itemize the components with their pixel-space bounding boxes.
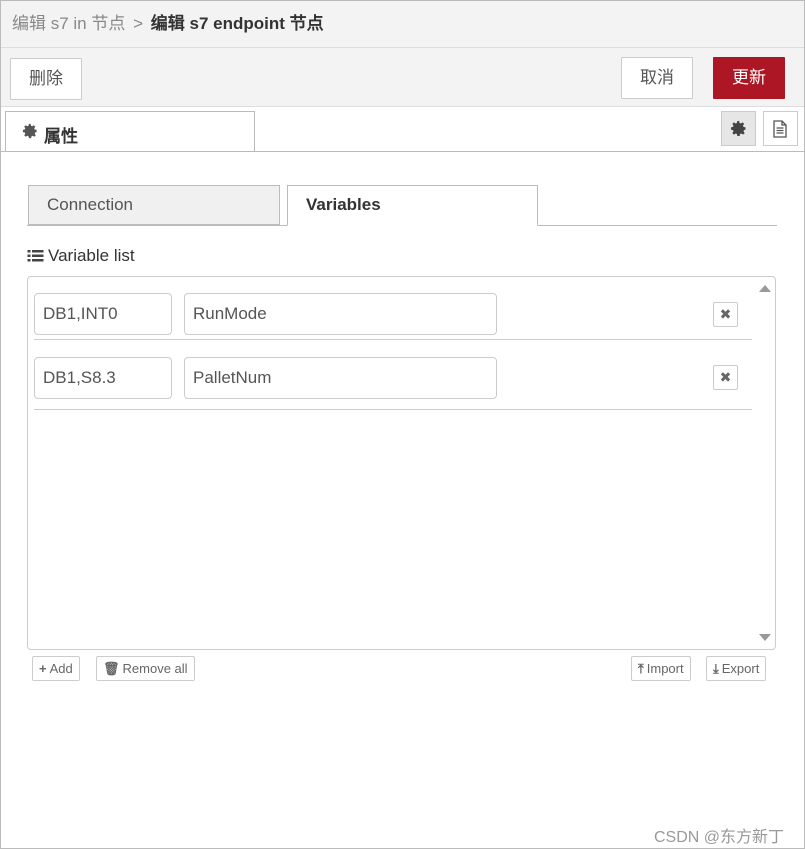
delete-button[interactable]: 删除 — [10, 58, 82, 100]
export-button[interactable]: ⤓ Export — [706, 656, 767, 681]
add-button[interactable]: + Add — [32, 656, 80, 681]
variable-address-input[interactable]: DB1,INT0 — [34, 293, 172, 335]
variable-name-input[interactable]: PalletNum — [184, 357, 497, 399]
variable-list-title: Variable list — [27, 246, 135, 266]
tab-row: 属性 — [1, 107, 804, 152]
list-item: DB1,INT0 RunMode ✖ — [34, 277, 752, 340]
header: 编辑 s7 in 节点 > 编辑 s7 endpoint 节点 — [1, 1, 804, 48]
breadcrumb: 编辑 s7 in 节点 > 编辑 s7 endpoint 节点 — [12, 14, 324, 34]
remove-all-button[interactable]: 🗑 Remove all — [96, 656, 195, 681]
plus-icon: + — [39, 661, 47, 676]
scroll-down-arrow-icon[interactable] — [759, 634, 771, 641]
remove-row-button[interactable]: ✖ — [713, 302, 738, 327]
breadcrumb-separator: > — [133, 14, 144, 33]
upload-icon: ⤒ — [638, 661, 644, 676]
close-icon: ✖ — [719, 306, 732, 322]
description-button[interactable] — [763, 111, 798, 146]
scroll-up-arrow-icon[interactable] — [759, 285, 771, 292]
close-icon: ✖ — [719, 369, 732, 385]
edit-node-panel: 编辑 s7 in 节点 > 编辑 s7 endpoint 节点 删除 取消 更新… — [0, 0, 805, 849]
trash-icon: 🗑 — [103, 661, 120, 676]
toolbar: 删除 取消 更新 — [1, 48, 804, 107]
cancel-button[interactable]: 取消 — [621, 57, 693, 99]
breadcrumb-current: 编辑 s7 endpoint 节点 — [150, 14, 324, 33]
update-button[interactable]: 更新 — [713, 57, 785, 99]
remove-row-button[interactable]: ✖ — [713, 365, 738, 390]
subtabs: Connection Variables — [27, 185, 777, 226]
settings-button[interactable] — [721, 111, 756, 146]
list-icon — [27, 250, 44, 262]
variable-list-label: Variable list — [48, 246, 135, 265]
subtab-connection[interactable]: Connection — [28, 185, 280, 225]
download-icon: ⤓ — [713, 661, 719, 676]
variable-list: DB1,INT0 RunMode ✖ DB1,S8.3 PalletNum ✖ — [27, 276, 776, 650]
document-icon — [773, 120, 787, 138]
import-label: Import — [646, 661, 684, 676]
variable-address-input[interactable]: DB1,S8.3 — [34, 357, 172, 399]
add-label: Add — [49, 661, 73, 676]
subtab-variables[interactable]: Variables — [287, 185, 538, 226]
gear-icon — [730, 120, 746, 137]
export-label: Export — [721, 661, 760, 676]
breadcrumb-parent[interactable]: 编辑 s7 in 节点 — [12, 14, 125, 33]
tab-properties-label: 属性 — [44, 127, 78, 146]
gear-icon — [22, 123, 37, 139]
remove-all-label: Remove all — [122, 661, 188, 676]
tab-properties[interactable]: 属性 — [5, 111, 255, 151]
variable-name-input[interactable]: RunMode — [184, 293, 497, 335]
list-item: DB1,S8.3 PalletNum ✖ — [34, 347, 752, 410]
import-button[interactable]: ⤒ Import — [631, 656, 691, 681]
watermark: CSDN @东方新丁 — [654, 829, 785, 846]
